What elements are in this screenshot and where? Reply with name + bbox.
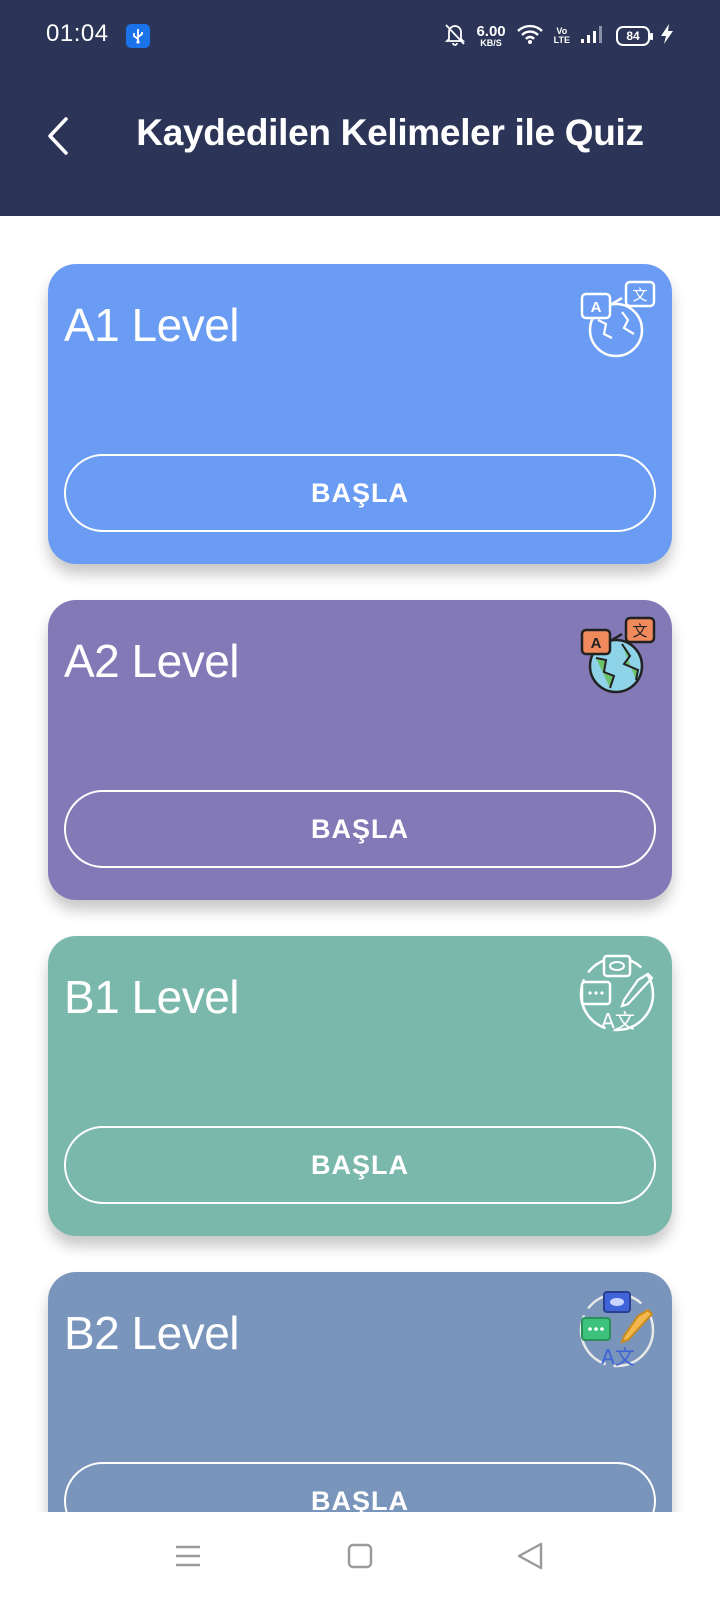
chevron-left-icon — [48, 117, 68, 155]
network-speed-value: 6.00 — [476, 23, 506, 40]
language-chat-color-icon: A文 — [576, 1288, 658, 1370]
network-speed: 6.00 KB/S — [476, 24, 505, 48]
level-title: A2 Level — [64, 635, 240, 687]
svg-text:A: A — [591, 635, 602, 652]
menu-icon — [176, 1545, 200, 1567]
level-card-a1: A1 Level A 文 BAŞLA — [48, 264, 672, 564]
translation-globe-color-icon: A 文 — [576, 616, 658, 698]
level-title: A1 Level — [64, 299, 240, 351]
start-button[interactable]: BAŞLA — [64, 790, 656, 868]
level-title: B2 Level — [64, 1307, 240, 1359]
network-speed-unit: KB/S — [480, 38, 502, 48]
status-bar: 01:04 6.00 KB/S Vo LTE 84 — [0, 0, 720, 72]
level-title: B1 Level — [64, 971, 240, 1023]
start-button[interactable]: BAŞLA — [64, 1462, 656, 1512]
translation-globe-outline-icon: A 文 — [576, 280, 658, 362]
language-chat-outline-icon: A文 — [576, 952, 658, 1034]
start-button[interactable]: BAŞLA — [64, 1126, 656, 1204]
level-card-b1: B1 Level A文 BAŞLA — [48, 936, 672, 1236]
svg-text:A文: A文 — [601, 1345, 635, 1369]
status-time: 01:04 — [46, 20, 109, 47]
wifi-icon — [516, 23, 544, 50]
home-icon — [347, 1543, 373, 1569]
level-list[interactable]: A1 Level A 文 BAŞLA A2 Level A 文 BAŞLA B1… — [0, 216, 720, 1512]
home-button[interactable] — [340, 1536, 380, 1576]
bell-muted-icon — [444, 22, 466, 51]
nav-back-button[interactable] — [510, 1536, 550, 1576]
back-icon — [517, 1542, 543, 1570]
volte-bottom: LTE — [553, 35, 570, 45]
page-title: Kaydedilen Kelimeler ile Quiz — [136, 112, 644, 153]
svg-text:A: A — [591, 299, 602, 316]
system-nav-bar — [0, 1512, 720, 1600]
svg-text:文: 文 — [632, 286, 647, 304]
svg-text:A文: A文 — [601, 1009, 635, 1033]
signal-icon — [580, 24, 606, 49]
usb-icon — [126, 24, 150, 48]
app-bar: 01:04 6.00 KB/S Vo LTE 84 Kaydedilen Kel… — [0, 0, 720, 216]
charging-icon — [660, 23, 674, 50]
back-button[interactable] — [40, 112, 76, 160]
battery-indicator: 84 — [616, 26, 653, 46]
volte-indicator: Vo LTE — [554, 27, 570, 45]
menu-button[interactable] — [168, 1536, 208, 1576]
start-button[interactable]: BAŞLA — [64, 454, 656, 532]
status-icons: 6.00 KB/S Vo LTE 84 — [444, 20, 674, 52]
level-card-a2: A2 Level A 文 BAŞLA — [48, 600, 672, 900]
level-card-b2: B2 Level A文 BAŞLA — [48, 1272, 672, 1512]
svg-text:文: 文 — [632, 622, 647, 640]
